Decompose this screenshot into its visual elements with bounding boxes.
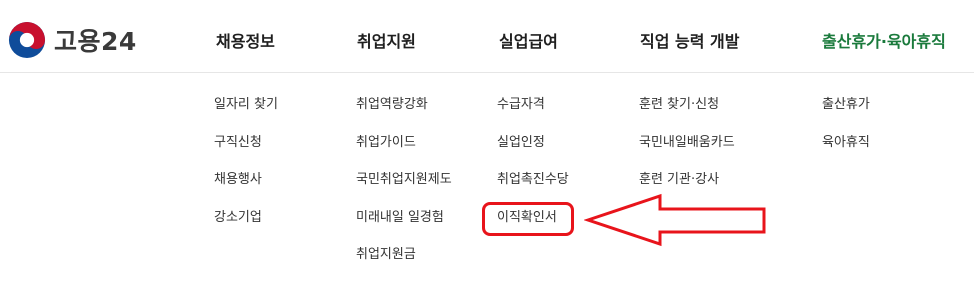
submenu-item-national-employment-support[interactable]: 국민취업지원제도: [356, 171, 452, 209]
submenu-item-job-search[interactable]: 일자리 찾기: [214, 96, 278, 134]
submenu-maternity-leave: 출산휴가 육아휴직: [822, 96, 870, 171]
submenu-item-training-institutions[interactable]: 훈련 기관·강사: [639, 171, 735, 209]
submenu-employment-support: 취업역량강화 취업가이드 국민취업지원제도 미래내일 일경험 취업지원금: [356, 96, 452, 284]
submenu-item-maternity-leave[interactable]: 출산휴가: [822, 96, 870, 134]
nav-maternity-leave[interactable]: 출산휴가·육아휴직: [822, 28, 946, 52]
submenu-item-capability-building[interactable]: 취업역량강화: [356, 96, 452, 134]
global-header: 고용24 채용정보 취업지원 실업급여 직업 능력 개발 출산휴가·육아휴직: [0, 0, 974, 73]
submenu-item-learning-card[interactable]: 국민내일배움카드: [639, 134, 735, 172]
submenu-item-job-application[interactable]: 구직신청: [214, 134, 278, 172]
nav-unemployment-benefits[interactable]: 실업급여: [499, 28, 558, 52]
taegeuk-emblem-icon: [8, 21, 46, 59]
submenu-item-eligibility[interactable]: 수급자격: [497, 96, 569, 134]
submenu-item-parental-leave[interactable]: 육아휴직: [822, 134, 870, 172]
submenu-item-unemployment-recognition[interactable]: 실업인정: [497, 134, 569, 172]
submenu-item-separation-certificate[interactable]: 이직확인서: [497, 209, 569, 247]
submenu-item-recruiting-events[interactable]: 채용행사: [214, 171, 278, 209]
submenu-item-training-search[interactable]: 훈련 찾기·신청: [639, 96, 735, 134]
submenu-vocational-training: 훈련 찾기·신청 국민내일배움카드 훈련 기관·강사: [639, 96, 735, 209]
submenu-item-small-giant-companies[interactable]: 강소기업: [214, 209, 278, 247]
submenu-item-reemployment-allowance[interactable]: 취업촉진수당: [497, 171, 569, 209]
submenu-item-employment-subsidy[interactable]: 취업지원금: [356, 246, 452, 284]
nav-employment-support[interactable]: 취업지원: [357, 28, 416, 52]
nav-job-info[interactable]: 채용정보: [216, 28, 275, 52]
nav-vocational-training[interactable]: 직업 능력 개발: [640, 28, 739, 52]
logo-wordmark: 고용24: [54, 27, 137, 56]
submenu-item-employment-guide[interactable]: 취업가이드: [356, 134, 452, 172]
submenu-item-future-work-experience[interactable]: 미래내일 일경험: [356, 209, 452, 247]
submenu-unemployment-benefits: 수급자격 실업인정 취업촉진수당 이직확인서: [497, 96, 569, 246]
submenu-job-info: 일자리 찾기 구직신청 채용행사 강소기업: [214, 96, 278, 246]
site-logo[interactable]: 고용24: [8, 20, 137, 60]
